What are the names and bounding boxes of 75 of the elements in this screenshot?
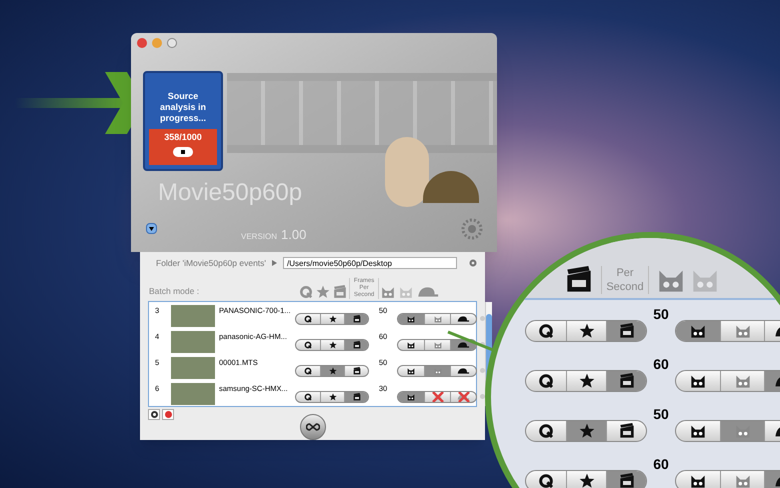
- star-icon: [328, 315, 336, 324]
- quicktime-icon: [538, 423, 554, 439]
- segment-button[interactable]: [398, 314, 424, 324]
- infinity-icon: [306, 423, 320, 432]
- segment-button[interactable]: [398, 392, 424, 402]
- turtle-icon: [457, 315, 470, 324]
- segment-button[interactable]: [606, 471, 646, 488]
- progress-counter: 358/1000: [164, 131, 202, 144]
- stop-icon: [181, 150, 185, 154]
- version-number: 1.00: [281, 226, 306, 244]
- clapperboard-icon: [352, 393, 360, 402]
- segment-button[interactable]: [676, 321, 720, 341]
- segment-button[interactable]: [606, 321, 646, 341]
- clapperboard-icon: [565, 266, 593, 294]
- batch-mode-label: Batch mode :: [149, 284, 200, 298]
- gear-icon: [461, 218, 483, 240]
- settings-button[interactable]: [148, 409, 160, 420]
- zoom-button[interactable]: [167, 38, 177, 48]
- folder-path-field[interactable]: /Users/movie50p60p/Desktop: [283, 256, 458, 269]
- video-thumbnail: [171, 383, 215, 406]
- segment-button[interactable]: [344, 392, 368, 402]
- clapperboard-icon: [352, 367, 360, 376]
- play-icon: [272, 260, 278, 266]
- video-thumbnail: [171, 357, 215, 380]
- settings-icon[interactable]: [469, 258, 477, 267]
- clapperboard-icon: [618, 323, 634, 339]
- magnified-fps-value: 60: [652, 455, 670, 474]
- quicktime-icon: [304, 393, 312, 402]
- segment-button[interactable]: [344, 314, 368, 324]
- disclosure-button[interactable]: [146, 223, 157, 234]
- quicktime-icon: [299, 285, 314, 300]
- video-thumbnail: [171, 331, 215, 354]
- quicktime-icon: [538, 473, 554, 488]
- clapperboard-icon: [352, 315, 360, 324]
- segment-button[interactable]: [320, 366, 344, 376]
- start-button[interactable]: [300, 414, 326, 440]
- clapperboard-icon: [618, 373, 634, 389]
- quicktime-icon: [538, 373, 554, 389]
- caret-icon: [149, 226, 154, 230]
- star-icon: [328, 367, 336, 376]
- gear-icon: [150, 411, 158, 418]
- star-icon: [328, 393, 336, 402]
- clapperboard-icon: [333, 285, 348, 300]
- stop-button[interactable]: [173, 146, 193, 156]
- version-label: VERSION: [241, 231, 278, 243]
- segment-button[interactable]: [450, 340, 476, 350]
- clapperboard-icon: [352, 341, 360, 350]
- remove-icon: [164, 411, 172, 418]
- turtle-icon: [417, 285, 440, 300]
- folder-label: Folder 'iMovie50p60p events': [156, 256, 266, 270]
- star-icon: [578, 323, 594, 339]
- quicktime-icon: [304, 341, 312, 350]
- segment-button[interactable]: [566, 421, 606, 441]
- magnified-fps-header: Per Second: [601, 266, 649, 294]
- magnified-fps-value: 50: [652, 305, 670, 324]
- quicktime-icon: [538, 323, 554, 339]
- quicktime-icon: [304, 367, 312, 376]
- star-icon: [316, 285, 330, 300]
- segment-button[interactable]: [606, 371, 646, 391]
- close-button[interactable]: [137, 38, 147, 48]
- star-icon: [578, 423, 594, 439]
- star-icon: [578, 473, 594, 488]
- turtle-icon: [457, 341, 470, 350]
- remove-button[interactable]: [162, 409, 174, 420]
- star-icon: [328, 341, 336, 350]
- video-thumbnail: [171, 305, 215, 328]
- magnified-fps-value: 50: [652, 405, 670, 424]
- magnified-fps-value: 60: [652, 355, 670, 374]
- segment-button[interactable]: [344, 340, 368, 350]
- star-icon: [578, 373, 594, 389]
- card-status-text: Source analysis in progress...: [158, 91, 208, 125]
- clapperboard-icon: [618, 473, 634, 488]
- turtle-icon: [457, 367, 470, 376]
- clapperboard-icon: [618, 423, 634, 439]
- quicktime-icon: [304, 315, 312, 324]
